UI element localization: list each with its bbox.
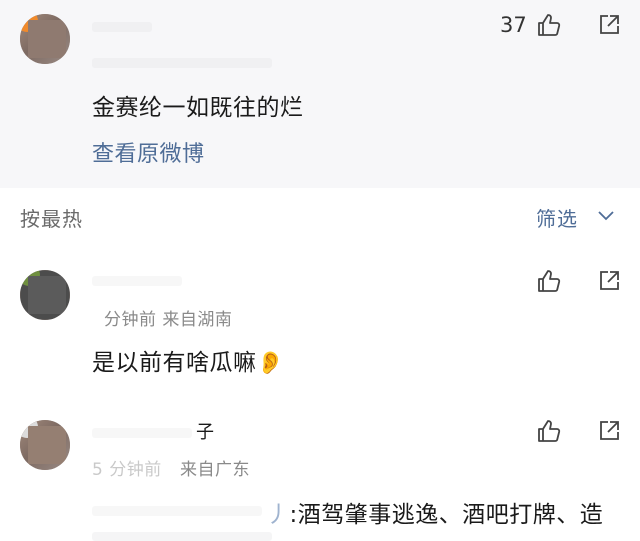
comment-text: 丿:酒驾肇事逃逸、酒吧打牌、造 (266, 495, 603, 529)
text-redacted (92, 532, 272, 541)
username-redacted (92, 276, 182, 286)
quoted-comment-avatar[interactable] (20, 14, 70, 64)
comment-text: 是以前有啥瓜嘛👂 (92, 343, 284, 377)
like-count: 37 (500, 13, 527, 37)
username-fragment: 子 (196, 422, 215, 443)
text-redacted (92, 506, 262, 516)
ear-emoji: 👂 (256, 351, 285, 376)
comment-time: 5 分钟前 (92, 460, 162, 480)
comment-location: 来自广东 (180, 460, 250, 480)
thumb-up-icon[interactable] (536, 418, 562, 444)
username-redacted (92, 428, 192, 438)
username-redacted (92, 22, 152, 32)
comment-avatar[interactable] (20, 270, 70, 320)
comment-text-body: 是以前有啥瓜嘛 (92, 350, 257, 376)
share-icon[interactable] (596, 418, 622, 444)
thumb-up-icon[interactable] (536, 268, 562, 294)
filter-button[interactable]: 筛选 (536, 203, 578, 232)
comment-meta: 分钟前 来自湖南 (104, 310, 233, 330)
comment-text-body: :酒驾肇事逃逸、酒吧打牌、造 (289, 502, 604, 528)
sort-by-hot[interactable]: 按最热 (20, 203, 83, 232)
thumb-up-icon[interactable] (536, 12, 562, 38)
view-original-weibo-link[interactable]: 查看原微博 (92, 136, 205, 168)
chevron-down-icon[interactable] (596, 205, 616, 225)
comment-avatar[interactable] (20, 420, 70, 470)
comment-text-prefix: 丿 (266, 502, 290, 528)
quoted-comment-text: 金赛纶一如既往的烂 (92, 95, 304, 121)
share-icon[interactable] (596, 268, 622, 294)
meta-redacted (92, 58, 272, 68)
share-icon[interactable] (596, 12, 622, 38)
